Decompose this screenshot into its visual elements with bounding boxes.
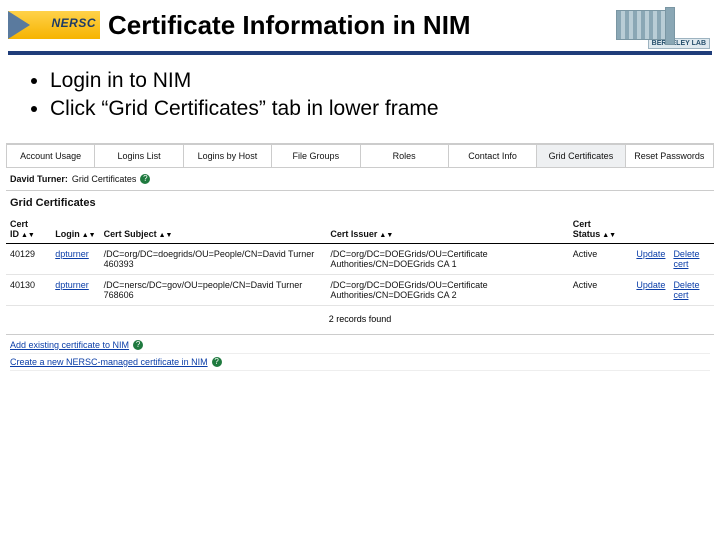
tab-grid-certificates[interactable]: Grid Certificates — [537, 144, 625, 168]
help-icon[interactable]: ? — [212, 357, 222, 367]
sort-icon: ▲▼ — [159, 232, 173, 239]
cell-issuer: /DC=org/DC=DOEGrids/OU=Certificate Autho… — [326, 244, 568, 275]
bullet-list: Login in to NIM Click “Grid Certificates… — [0, 69, 720, 135]
sort-icon: ▲▼ — [379, 232, 393, 239]
cell-subject: /DC=nersc/DC=gov/OU=people/CN=David Turn… — [100, 275, 327, 306]
delete-link[interactable]: Delete cert — [673, 249, 699, 269]
cell-cert-id: 40130 — [6, 275, 51, 306]
cell-status: Active — [569, 244, 633, 275]
nim-screenshot: Account Usage Logins List Logins by Host… — [6, 143, 714, 373]
update-link[interactable]: Update — [636, 249, 665, 259]
nersc-logo-text: NERSC — [51, 16, 96, 30]
lab-building-icon — [616, 10, 674, 40]
cell-status: Active — [569, 275, 633, 306]
sort-icon: ▲▼ — [602, 232, 616, 239]
page-title: Certificate Information in NIM — [108, 10, 616, 41]
col-delete — [669, 215, 714, 244]
add-existing-cert-link[interactable]: Add existing certificate to NIM — [10, 340, 129, 350]
login-link[interactable]: dpturner — [55, 280, 89, 290]
bullet-item: Click “Grid Certificates” tab in lower f… — [50, 97, 684, 121]
footer-links: Add existing certificate to NIM ? Create… — [6, 334, 714, 373]
section-title: Grid Certificates — [6, 191, 714, 215]
tab-reset-passwords[interactable]: Reset Passwords — [626, 144, 714, 168]
cell-cert-id: 40129 — [6, 244, 51, 275]
cell-subject: /DC=org/DC=doegrids/OU=People/CN=David T… — [100, 244, 327, 275]
tab-file-groups[interactable]: File Groups — [272, 144, 360, 168]
bullet-item: Login in to NIM — [50, 69, 684, 93]
help-icon[interactable]: ? — [133, 340, 143, 350]
table-row: 40130 dpturner /DC=nersc/DC=gov/OU=peopl… — [6, 275, 714, 306]
sort-icon: ▲▼ — [82, 232, 96, 239]
tab-logins-list[interactable]: Logins List — [95, 144, 183, 168]
col-login[interactable]: Login▲▼ — [51, 215, 99, 244]
certificates-table: Cert ID▲▼ Login▲▼ Cert Subject▲▼ Cert Is… — [6, 215, 714, 306]
subhead-label: Grid Certificates — [72, 174, 137, 184]
help-icon[interactable]: ? — [140, 174, 150, 184]
create-new-cert-link[interactable]: Create a new NERSC-managed certificate i… — [10, 357, 208, 367]
delete-link[interactable]: Delete cert — [673, 280, 699, 300]
tab-contact-info[interactable]: Contact Info — [449, 144, 537, 168]
tab-account-usage[interactable]: Account Usage — [6, 144, 95, 168]
tab-logins-by-host[interactable]: Logins by Host — [184, 144, 272, 168]
user-name: David Turner: — [10, 174, 68, 184]
tab-bar: Account Usage Logins List Logins by Host… — [6, 144, 714, 168]
sort-icon: ▲▼ — [21, 232, 35, 239]
tab-roles[interactable]: Roles — [361, 144, 449, 168]
records-found: 2 records found — [6, 306, 714, 334]
login-link[interactable]: dpturner — [55, 249, 89, 259]
title-underline — [8, 51, 712, 55]
update-link[interactable]: Update — [636, 280, 665, 290]
table-row: 40129 dpturner /DC=org/DC=doegrids/OU=Pe… — [6, 244, 714, 275]
cell-issuer: /DC=org/DC=DOEGrids/OU=Certificate Autho… — [326, 275, 568, 306]
col-cert-id[interactable]: Cert ID▲▼ — [6, 215, 51, 244]
col-cert-issuer[interactable]: Cert Issuer▲▼ — [326, 215, 568, 244]
nersc-logo: NERSC — [8, 11, 100, 39]
col-cert-status[interactable]: Cert Status▲▼ — [569, 215, 633, 244]
col-cert-subject[interactable]: Cert Subject▲▼ — [100, 215, 327, 244]
user-subheading: David Turner: Grid Certificates ? — [6, 168, 714, 191]
col-update — [632, 215, 669, 244]
